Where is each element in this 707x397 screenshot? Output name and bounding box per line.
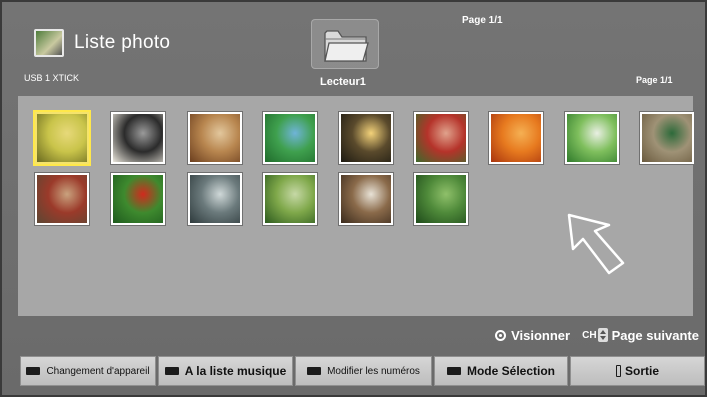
- thumbnail-photo-butterfly[interactable]: [35, 112, 89, 164]
- drive-button[interactable]: [311, 19, 379, 69]
- black-key-icon: [164, 367, 179, 375]
- thumbnail-photo-sunset[interactable]: [339, 112, 393, 164]
- selection-mode-button[interactable]: Mode Sélection: [434, 356, 568, 386]
- device-label: USB 1 XTICK: [24, 73, 80, 83]
- page-indicator: Page 1/1: [636, 75, 673, 85]
- modify-numbers-button[interactable]: Modifier les numéros: [295, 356, 432, 386]
- black-key-icon: [26, 367, 41, 375]
- photo-list-screen: Liste photo USB 1 XTICK Page 1/1 Lecteur…: [0, 0, 707, 397]
- music-list-label: A la liste musique: [184, 364, 287, 378]
- thumbnail-photo-bamboo[interactable]: [414, 173, 468, 225]
- ch-label: CH: [582, 329, 597, 341]
- page-suivante-hint: Page suivante: [611, 327, 699, 343]
- page-indicator-top: Page 1/1: [462, 15, 503, 26]
- pointer-cursor-icon: [567, 213, 625, 275]
- visionner-hint: Visionner: [511, 327, 571, 343]
- music-list-button[interactable]: A la liste musique: [158, 356, 293, 386]
- thumbnail-photo-oranges[interactable]: [489, 112, 543, 164]
- app-title: Liste photo: [74, 32, 171, 53]
- thumbnail-photo-horse-rider[interactable]: [111, 112, 165, 164]
- thumbnail-photo-stone-garden[interactable]: [640, 112, 694, 164]
- modify-numbers-label: Modifier les numéros: [327, 365, 420, 377]
- thumbnail-photo-garden-path[interactable]: [263, 173, 317, 225]
- thumbnail-photo-rose-hips[interactable]: [35, 173, 89, 225]
- thumbnail-photo-temple-hall[interactable]: [339, 173, 393, 225]
- black-key-icon: [446, 367, 461, 375]
- drive-label: Lecteur1: [320, 76, 366, 88]
- remote-hints: Visionner CH Page suivante: [495, 326, 699, 344]
- app-header: Liste photo: [34, 28, 170, 58]
- change-device-button[interactable]: Changement d'appareil: [20, 356, 156, 386]
- black-key-icon: [307, 367, 322, 375]
- thumbnail-photo-dandelion[interactable]: [565, 112, 619, 164]
- exit-icon: [615, 365, 621, 377]
- exit-button[interactable]: Sortie: [570, 356, 705, 386]
- channel-icon: CH: [582, 328, 608, 342]
- thumbnail-photo-stone-basin[interactable]: [188, 173, 242, 225]
- photo-app-icon: [34, 29, 64, 57]
- thumbnail-photo-blue-flowers[interactable]: [263, 112, 317, 164]
- exit-label: Sortie: [624, 364, 659, 378]
- photo-grid: [18, 96, 694, 316]
- thumbnail-photo-wooden-corridor[interactable]: [188, 112, 242, 164]
- thumbnail-photo-red-rose[interactable]: [111, 173, 165, 225]
- folder-icon: [324, 30, 369, 62]
- action-bar: Changement d'appareil A la liste musique…: [20, 356, 705, 386]
- channel-arrows-icon: [597, 328, 608, 342]
- thumbnail-photo-red-tree[interactable]: [414, 112, 468, 164]
- ok-button-icon: [495, 329, 507, 341]
- selection-mode-label: Mode Sélection: [466, 364, 555, 378]
- change-device-label: Changement d'appareil: [46, 365, 150, 377]
